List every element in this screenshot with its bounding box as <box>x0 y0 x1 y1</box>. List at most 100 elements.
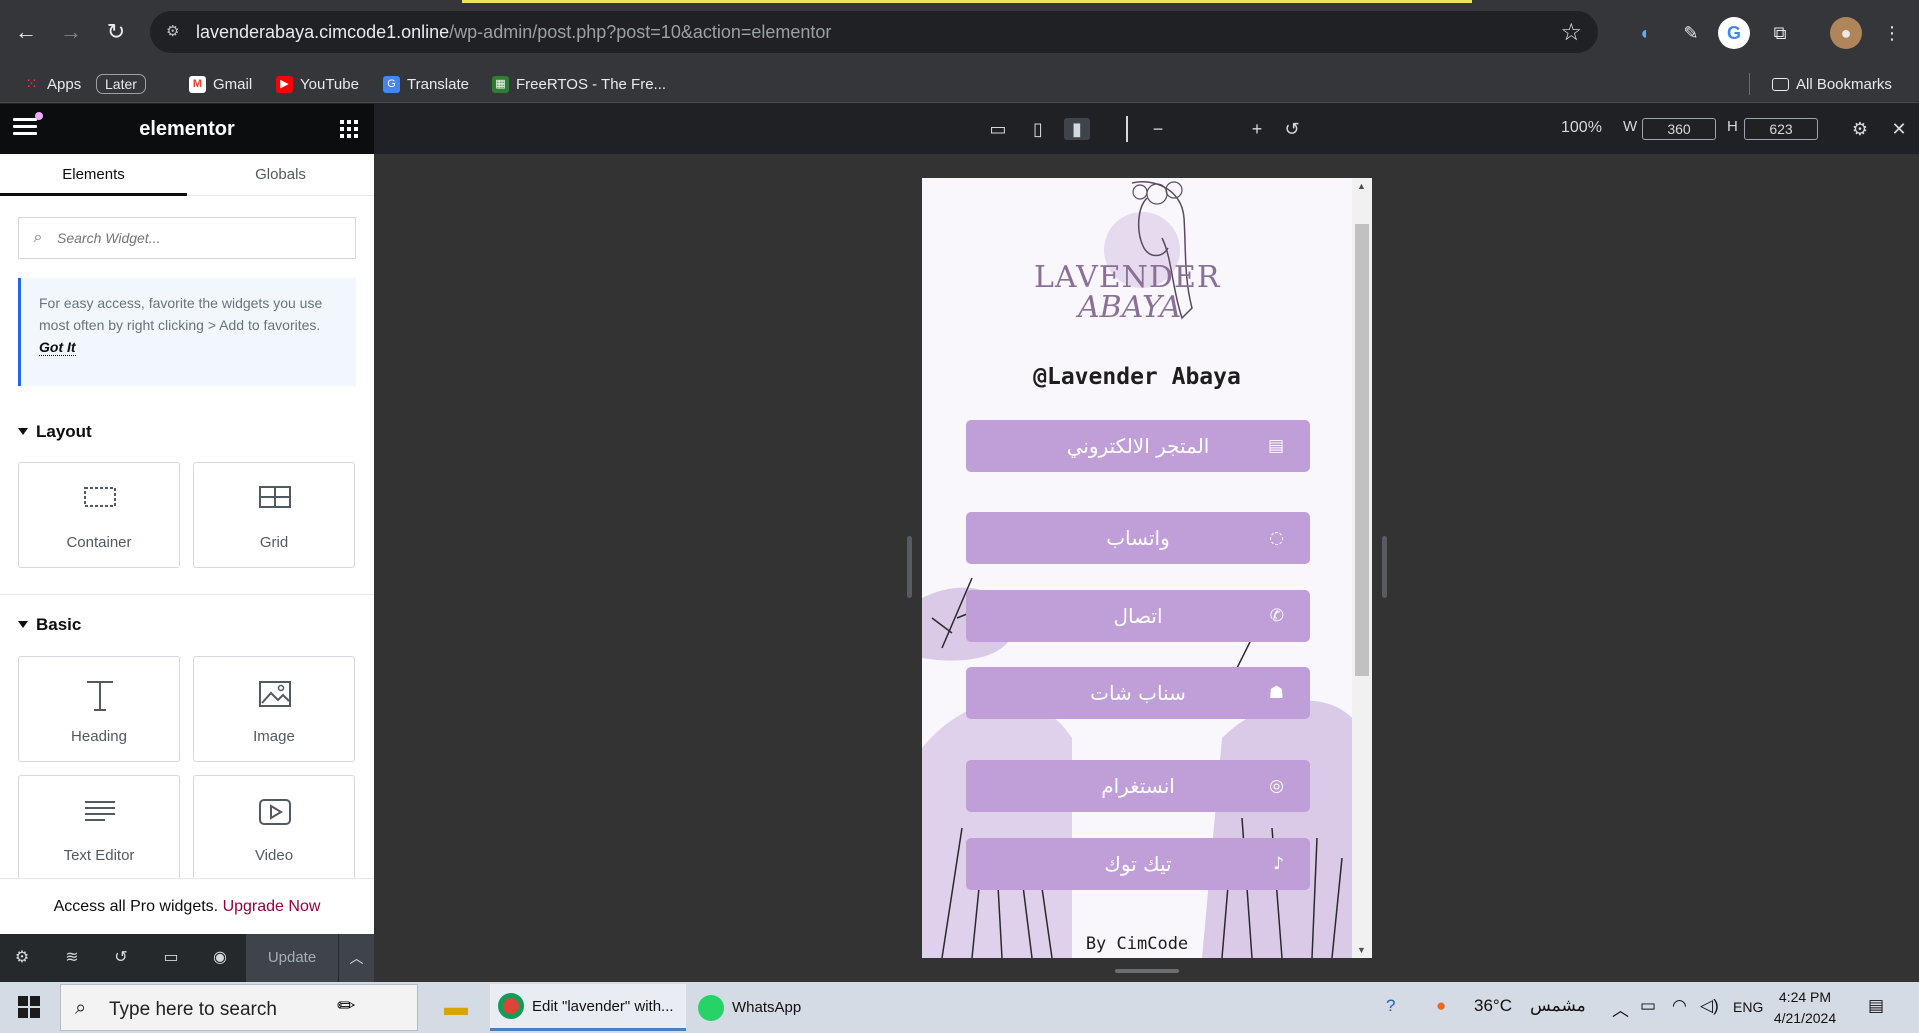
browser-toolbar: ← → ↻ ⚙ lavenderabaya.cimcode1.online/wp… <box>0 0 1919 65</box>
search-widget-input[interactable] <box>57 230 337 246</box>
url-text[interactable]: lavenderabaya.cimcode1.online/wp-admin/p… <box>196 22 831 43</box>
widget-image[interactable]: Image <box>193 656 355 762</box>
reset-zoom-icon[interactable]: ↺ <box>1281 118 1303 140</box>
container-icon <box>84 487 116 507</box>
tab-globals[interactable]: Globals <box>187 154 374 196</box>
bookmark-star-icon[interactable]: ☆ <box>1560 18 1582 47</box>
bookmark-freertos[interactable]: ▦ FreeRTOS - The Fre... <box>492 73 666 95</box>
widget-heading[interactable]: Heading <box>18 656 180 762</box>
wifi-icon[interactable]: ◠ <box>1672 996 1687 1016</box>
battery-icon[interactable]: ▭ <box>1640 996 1656 1016</box>
history-icon[interactable]: ↺ <box>111 948 131 968</box>
preview-scrollbar[interactable]: ▲ ▼ <box>1352 178 1372 958</box>
weather-temp[interactable]: 36°C <box>1474 996 1512 1016</box>
bookmark-gmail[interactable]: M Gmail <box>189 73 252 95</box>
windows-start-icon[interactable] <box>18 996 40 1018</box>
link-button-instagram[interactable]: انستغرام ◎ <box>966 760 1310 812</box>
zoom-out-icon[interactable]: − <box>1147 118 1169 140</box>
taskbar-search[interactable]: ⌕ Type here to search ✏ <box>60 984 418 1031</box>
widget-video[interactable]: Video <box>193 775 355 881</box>
link-button-whatsapp[interactable]: واتساب ◌ <box>966 512 1310 564</box>
navigator-layers-icon[interactable]: ≋ <box>62 948 82 968</box>
site-info-icon[interactable]: ⚙ <box>166 22 186 42</box>
category-basic[interactable]: Basic <box>18 615 81 635</box>
resize-handle-left[interactable] <box>907 536 912 598</box>
tablet-icon[interactable]: ▯ <box>1025 118 1051 140</box>
whatsapp-app-icon <box>698 994 724 1021</box>
widgets-grid-icon[interactable] <box>340 120 358 138</box>
tab-elements[interactable]: Elements <box>0 154 187 196</box>
folder-icon <box>1772 77 1789 91</box>
system-clock[interactable]: 4:24 PM 4/21/2024 <box>1760 987 1850 1029</box>
profile-avatar[interactable]: ● <box>1830 17 1862 49</box>
mobile-icon[interactable]: ▮ <box>1064 118 1090 140</box>
bookmark-apps[interactable]: ⁙ Apps <box>23 73 81 95</box>
width-label: W <box>1623 118 1638 135</box>
widget-container[interactable]: Container <box>18 462 180 568</box>
canvas-settings-icon[interactable]: ⚙ <box>1848 118 1872 140</box>
upgrade-now-link[interactable]: Upgrade Now <box>223 898 321 915</box>
whatsapp-icon: ◌ <box>1269 528 1284 548</box>
back-button[interactable]: ← <box>11 17 41 47</box>
resize-handle-bottom[interactable] <box>1115 969 1179 973</box>
height-input[interactable]: 623 <box>1744 118 1818 140</box>
widget-label: Text Editor <box>63 847 135 864</box>
link-button-tiktok[interactable]: تيك توك ♪ <box>966 838 1310 890</box>
settings-gear-icon[interactable]: ⚙ <box>12 948 32 968</box>
heading-icon <box>87 681 113 711</box>
chevron-up-icon[interactable]: ︿ <box>338 934 374 982</box>
bookmark-translate[interactable]: G Translate <box>383 73 469 95</box>
all-bookmarks[interactable]: All Bookmarks <box>1749 73 1892 95</box>
reload-button[interactable]: ↻ <box>101 17 131 47</box>
bookmark-later[interactable]: Later <box>96 73 146 95</box>
responsive-mode-icon[interactable]: ▭ <box>161 948 181 968</box>
read-aloud-icon[interactable]: ◖ <box>1628 17 1660 49</box>
profile-handle: @Lavender Abaya <box>1033 364 1241 390</box>
close-icon[interactable]: ✕ <box>1888 118 1910 140</box>
resize-handle-right[interactable] <box>1382 536 1387 598</box>
scrollbar-thumb[interactable] <box>1355 224 1369 676</box>
text-editor-icon <box>85 801 115 821</box>
google-icon[interactable]: G <box>1718 17 1750 49</box>
extensions-icon[interactable]: ⧉ <box>1764 17 1796 49</box>
tray-chevron-icon[interactable]: ︿ <box>1612 996 1629 1021</box>
scroll-up-arrow[interactable]: ▲ <box>1357 181 1366 191</box>
toolbar-divider <box>1126 116 1128 142</box>
address-bar[interactable]: ⚙ lavenderabaya.cimcode1.online/wp-admin… <box>150 11 1598 53</box>
forward-button[interactable]: → <box>56 17 86 47</box>
taskbar-app-whatsapp[interactable]: WhatsApp <box>690 984 870 1031</box>
update-button[interactable]: Update <box>246 934 338 982</box>
preview-eye-icon[interactable]: ◉ <box>210 948 230 968</box>
zoom-in-icon[interactable]: + <box>1246 118 1268 140</box>
category-layout[interactable]: Layout <box>18 422 92 442</box>
favorites-tip: For easy access, favorite the widgets yo… <box>18 278 356 386</box>
file-explorer-icon[interactable]: ▬ <box>436 984 480 1031</box>
weather-icon: ● <box>1436 996 1447 1015</box>
tiktok-icon: ♪ <box>1273 854 1284 874</box>
gmail-icon: M <box>189 75 206 93</box>
taskbar-app-chrome[interactable]: Edit "lavender" with... <box>490 984 686 1031</box>
search-icon: ⌕ <box>33 229 43 246</box>
notifications-icon[interactable]: ▤ <box>1868 996 1884 1016</box>
browser-menu-icon[interactable]: ⋮ <box>1876 17 1908 49</box>
eyedropper-icon[interactable]: ✎ <box>1675 17 1707 49</box>
got-it-link[interactable]: Got It <box>39 339 76 356</box>
language-indicator[interactable]: ENG <box>1733 999 1763 1015</box>
volume-icon[interactable]: ◁) <box>1700 996 1719 1016</box>
help-icon[interactable]: ? <box>1386 996 1395 1016</box>
youtube-icon: ▶ <box>276 75 293 93</box>
widget-grid[interactable]: Grid <box>193 462 355 568</box>
width-input[interactable]: 360 <box>1642 118 1716 140</box>
widget-text-editor[interactable]: Text Editor <box>18 775 180 881</box>
clock-time: 4:24 PM <box>1778 989 1832 1005</box>
height-label: H <box>1727 118 1738 135</box>
link-button-store[interactable]: المتجر الالكتروني ▤ <box>966 420 1310 472</box>
bookmark-youtube[interactable]: ▶ YouTube <box>276 73 359 95</box>
desktop-icon[interactable]: ▭ <box>985 118 1011 140</box>
taskbar-search-placeholder: Type here to search <box>109 999 277 1020</box>
link-button-snapchat[interactable]: سناب شات ☗ <box>966 667 1310 719</box>
scroll-down-arrow[interactable]: ▼ <box>1357 945 1366 955</box>
link-button-call[interactable]: اتصال ✆ <box>966 590 1310 642</box>
widget-label: Heading <box>71 728 127 745</box>
video-icon <box>259 799 291 825</box>
